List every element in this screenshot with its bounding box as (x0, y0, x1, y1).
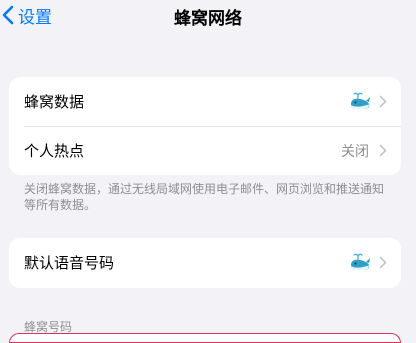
voice-settings-group: 默认语音号码 (9, 238, 401, 288)
default-voice-line-row[interactable]: 默认语音号码 (9, 238, 401, 287)
personal-hotspot-row[interactable]: 个人热点 关闭 (9, 126, 401, 175)
whale-icon (351, 92, 370, 109)
cellular-data-footnote: 关闭蜂窝数据，通过无线局域网使用电子邮件、网页浏览和推送通知等所有数据。 (24, 182, 385, 212)
cellular-data-label: 蜂窝数据 (24, 93, 85, 111)
personal-hotspot-status: 关闭 (341, 143, 369, 160)
default-voice-line-label: 默认语音号码 (24, 254, 115, 272)
cellular-data-accessory (349, 92, 387, 112)
whale-icon (351, 253, 370, 270)
page-title: 蜂窝网络 (174, 9, 242, 29)
personal-hotspot-label: 个人热点 (24, 142, 85, 160)
chevron-right-icon (379, 144, 387, 157)
navigation-bar: 设置 蜂窝网络 (0, 0, 416, 34)
personal-hotspot-accessory: 关闭 (341, 141, 387, 161)
default-voice-line-accessory (349, 253, 387, 273)
cellular-settings-group: 蜂窝数据 个人热点 关闭 (9, 77, 401, 175)
chevron-right-icon (379, 256, 387, 269)
cellular-data-row[interactable]: 蜂窝数据 (9, 77, 401, 126)
chevron-right-icon (379, 95, 387, 108)
cellular-numbers-group (9, 333, 401, 343)
